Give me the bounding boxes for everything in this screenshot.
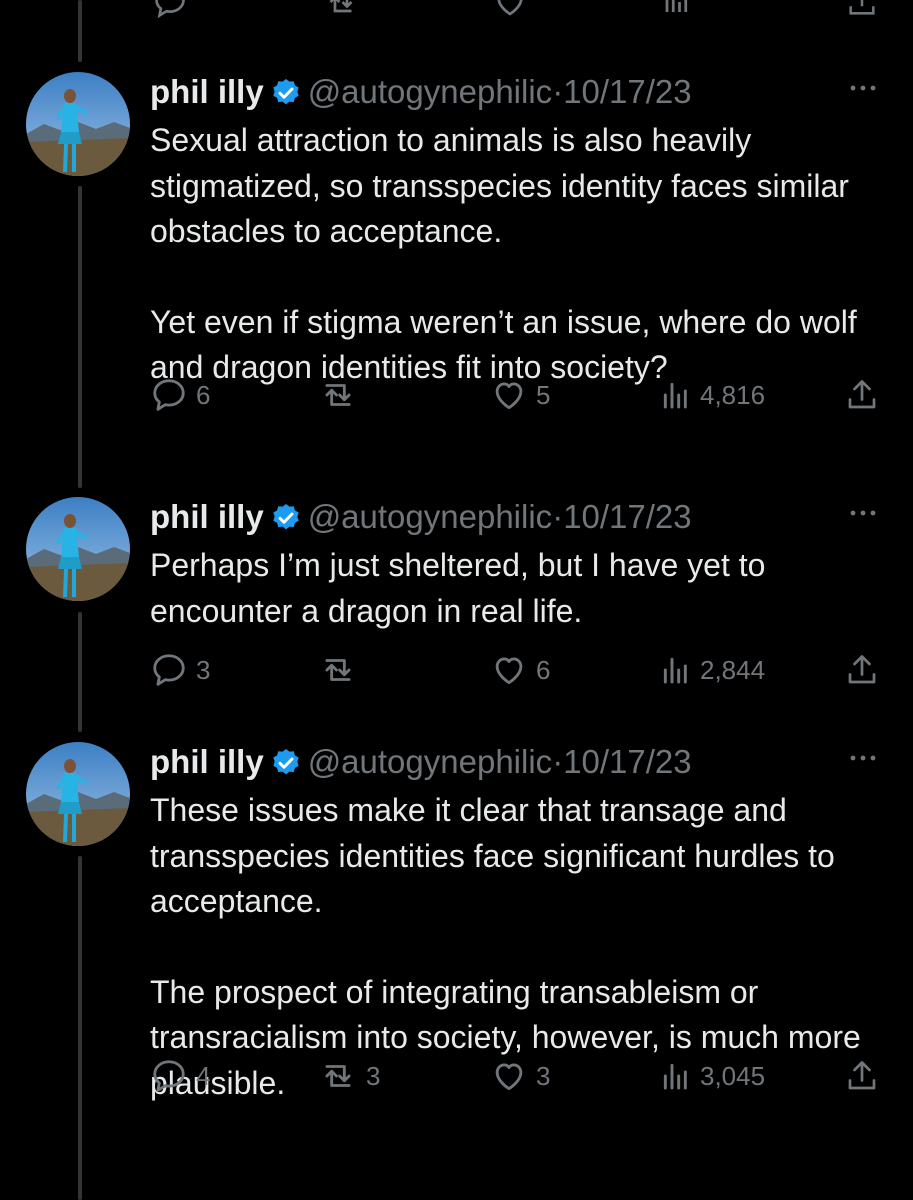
- reply-icon[interactable]: [152, 0, 188, 20]
- retweet-button[interactable]: 3: [318, 1056, 380, 1096]
- tweet-paragraph: Sexual attraction to animals is also hea…: [150, 122, 849, 249]
- retweet-icon: [325, 1065, 351, 1087]
- tweet[interactable]: phil illy @autogynephilic·10/17/23 These…: [0, 742, 913, 1172]
- avatar[interactable]: [26, 742, 130, 846]
- reply-count: 3: [196, 654, 211, 685]
- more-icon: [850, 85, 876, 91]
- tweet-header: phil illy @autogynephilic·10/17/23: [150, 742, 823, 782]
- share-icon[interactable]: [845, 0, 879, 20]
- tweet[interactable]: phil illy @autogynephilic·10/17/23 Sexua…: [0, 72, 913, 452]
- tweet-date[interactable]: 10/17/23: [563, 73, 691, 110]
- views-button[interactable]: 3,045: [660, 1056, 765, 1096]
- views-button[interactable]: 2,844: [660, 650, 765, 690]
- display-name[interactable]: phil illy: [150, 743, 264, 780]
- like-button[interactable]: 5: [490, 375, 550, 415]
- reply-count: 4: [196, 1060, 211, 1091]
- separator: ·: [552, 73, 564, 110]
- user-handle[interactable]: @autogynephilic: [308, 73, 553, 110]
- tweet-paragraph: Perhaps I’m just sheltered, but I have y…: [150, 547, 766, 629]
- verified-badge-icon: [273, 749, 299, 775]
- tweet[interactable]: phil illy @autogynephilic·10/17/23 Perha…: [0, 497, 913, 697]
- verified-badge-icon: [273, 79, 299, 105]
- reply-icon: [153, 654, 185, 686]
- tweet-actions: 4 3 3 3,045: [150, 1056, 885, 1096]
- reply-button[interactable]: 3: [150, 650, 210, 690]
- verified-badge-icon: [273, 504, 299, 530]
- tweet-text: Perhaps I’m just sheltered, but I have y…: [150, 543, 870, 634]
- views-icon: [663, 382, 687, 409]
- separator: ·: [552, 743, 564, 780]
- more-options-button[interactable]: [847, 501, 879, 525]
- share-button[interactable]: [844, 1056, 880, 1096]
- like-count: 5: [536, 379, 551, 410]
- like-button[interactable]: 6: [490, 650, 550, 690]
- tweet-header: phil illy @autogynephilic·10/17/23: [150, 497, 823, 537]
- user-handle[interactable]: @autogynephilic: [308, 743, 553, 780]
- reply-icon: [153, 1060, 185, 1092]
- retweet-button[interactable]: [318, 650, 366, 690]
- display-name[interactable]: phil illy: [150, 73, 264, 110]
- heart-icon: [495, 657, 523, 685]
- share-button[interactable]: [844, 375, 880, 415]
- heart-icon: [495, 1063, 523, 1091]
- share-icon: [848, 655, 876, 684]
- separator: ·: [552, 498, 564, 535]
- tweet-actions: 3 6 2,844: [150, 650, 885, 690]
- like-button[interactable]: 3: [490, 1056, 550, 1096]
- share-icon: [848, 380, 876, 409]
- tweet-actions: 6 5 4,816: [150, 375, 885, 415]
- views-icon: [663, 657, 687, 684]
- more-options-button[interactable]: [847, 76, 879, 100]
- avatar[interactable]: [26, 497, 130, 601]
- share-button[interactable]: [844, 650, 880, 690]
- reply-button[interactable]: 4: [150, 1056, 210, 1096]
- tweet-paragraph: These issues make it clear that transage…: [150, 792, 835, 919]
- more-icon: [850, 510, 876, 516]
- retweet-button[interactable]: [318, 375, 366, 415]
- like-count: 6: [536, 654, 551, 685]
- reply-icon: [153, 379, 185, 411]
- tweet-text: Sexual attraction to animals is also hea…: [150, 118, 870, 391]
- tweet-header: phil illy @autogynephilic·10/17/23: [150, 72, 823, 112]
- views-count: 2,844: [700, 654, 766, 685]
- user-handle[interactable]: @autogynephilic: [308, 498, 553, 535]
- views-button[interactable]: 4,816: [660, 375, 765, 415]
- retweet-icon[interactable]: [322, 0, 360, 20]
- more-icon: [850, 755, 876, 761]
- retweet-count: 3: [366, 1060, 381, 1091]
- retweet-icon: [325, 659, 351, 681]
- like-count: 3: [536, 1060, 551, 1091]
- tweet-date[interactable]: 10/17/23: [563, 498, 691, 535]
- views-count: 4,816: [700, 379, 766, 410]
- heart-icon[interactable]: [492, 0, 528, 20]
- heart-icon: [495, 382, 523, 410]
- previous-tweet-actions: [0, 0, 913, 22]
- retweet-icon: [325, 384, 351, 406]
- reply-button[interactable]: 6: [150, 375, 210, 415]
- avatar[interactable]: [26, 72, 130, 176]
- views-icon: [663, 1063, 687, 1090]
- views-count: 3,045: [700, 1060, 766, 1091]
- reply-count: 6: [196, 379, 211, 410]
- views-icon[interactable]: [662, 0, 692, 20]
- tweet-date[interactable]: 10/17/23: [563, 743, 691, 780]
- display-name[interactable]: phil illy: [150, 498, 264, 535]
- more-options-button[interactable]: [847, 746, 879, 770]
- share-icon: [848, 1061, 876, 1090]
